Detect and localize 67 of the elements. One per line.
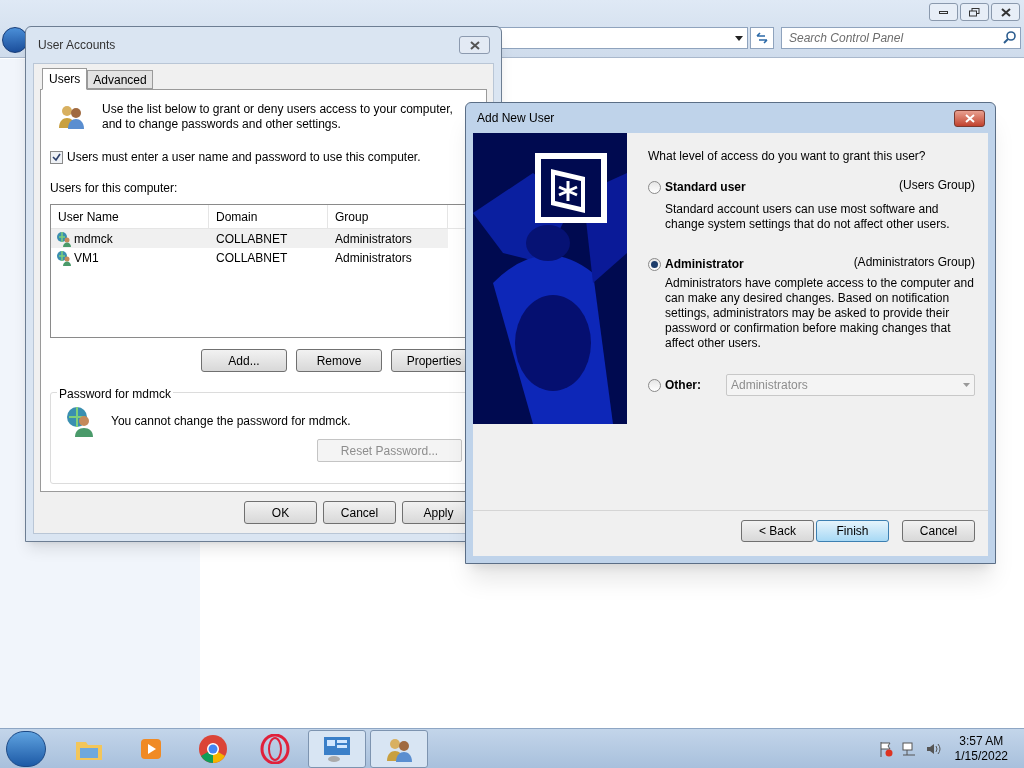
dropdown-arrow-icon — [963, 383, 970, 387]
option-description: Standard account users can use most software and change system settings that do not affect other users. — [664, 202, 951, 232]
taskbar-button[interactable] — [370, 729, 428, 768]
checkbox-label: Users must enter a user name and password to use this computer. — [67, 149, 421, 166]
control-panel-icon — [322, 734, 352, 763]
option-label: Administrator — [665, 256, 744, 273]
list-row[interactable]: mdmck COLLABNET Administrators — [51, 229, 448, 248]
radio-button[interactable] — [648, 180, 661, 194]
checkbox[interactable] — [50, 150, 63, 164]
action-center-flag-icon[interactable] — [878, 740, 893, 757]
action-button[interactable]: Remove — [296, 349, 382, 372]
close-button[interactable] — [991, 3, 1020, 21]
close-button[interactable] — [954, 109, 985, 127]
option-label: Standard user — [665, 179, 746, 196]
close-icon — [1000, 7, 1011, 17]
tab[interactable]: Advanced — [87, 70, 153, 89]
wizard-button[interactable]: < Back — [741, 519, 814, 542]
list-label: Users for this computer: — [50, 180, 179, 197]
group-name: (Users Group) — [899, 177, 975, 194]
tab[interactable]: Users — [42, 68, 88, 90]
close-icon — [469, 40, 480, 50]
chrome-icon — [198, 733, 228, 764]
table-cell-text: Administrators — [335, 230, 412, 248]
user-globe-icon — [56, 249, 72, 266]
dialog-button[interactable]: OK — [244, 501, 317, 524]
group-dropdown: Administrators — [726, 374, 975, 396]
question-text: What level of access do you want to grant this user? — [648, 148, 927, 165]
clock-date: 1/15/2022 — [954, 748, 1008, 764]
wizard-button[interactable]: Cancel — [902, 519, 975, 542]
table-cell-text: COLLABNET — [216, 230, 288, 248]
taskbar-button[interactable] — [308, 729, 366, 768]
restore-button[interactable] — [960, 3, 989, 21]
group-name: (Administrators Group) — [853, 254, 975, 271]
reset-password-button: Reset Password... — [317, 439, 462, 462]
password-message: You cannot change the password for mdmck. — [111, 413, 351, 430]
intro-text: Use the list below to grant or deny users access to your computer, and to change passwords and other settings. — [102, 102, 454, 132]
wizard-button[interactable]: Finish — [816, 519, 889, 542]
table-cell-text: mdmck — [74, 230, 113, 248]
table-cell-text: Administrators — [335, 249, 412, 267]
start-button[interactable] — [6, 730, 46, 767]
dropdown-arrow-icon — [735, 35, 743, 41]
search-icon — [1003, 31, 1016, 44]
restore-icon — [969, 7, 980, 17]
list-row[interactable]: VM1 COLLABNET Administrators — [51, 248, 448, 267]
refresh-icon — [755, 32, 769, 44]
column-header[interactable]: Domain — [209, 205, 328, 228]
network-icon[interactable] — [900, 740, 917, 757]
close-icon — [964, 113, 975, 123]
column-header[interactable]: Group — [328, 205, 448, 228]
dialog-button[interactable]: Cancel — [323, 501, 396, 524]
action-button[interactable]: Add... — [201, 349, 287, 372]
column-header[interactable]: User Name — [51, 205, 209, 228]
minimize-button[interactable] — [929, 3, 958, 21]
clock-time: 3:57 AM — [959, 733, 1004, 749]
table-cell-text: VM1 — [74, 249, 99, 267]
window-title: User Accounts — [38, 37, 116, 54]
opera-icon — [260, 733, 290, 764]
radio-button[interactable] — [648, 257, 661, 271]
media-player-icon — [139, 736, 163, 761]
option-label: Other: — [665, 377, 702, 394]
refresh-button[interactable] — [750, 27, 774, 49]
window-title: Add New User — [477, 110, 555, 127]
table-cell-text: COLLABNET — [216, 249, 288, 267]
close-button[interactable] — [459, 36, 490, 54]
user-globe-icon — [56, 230, 72, 247]
option-description: Administrators have complete access to the computer and can make any desired changes. Based on notification settings, administrators may be asked to provide their password or confirmation before making changes that affect other users. — [664, 276, 975, 351]
search-field[interactable]: Search Control Panel — [781, 27, 1021, 49]
